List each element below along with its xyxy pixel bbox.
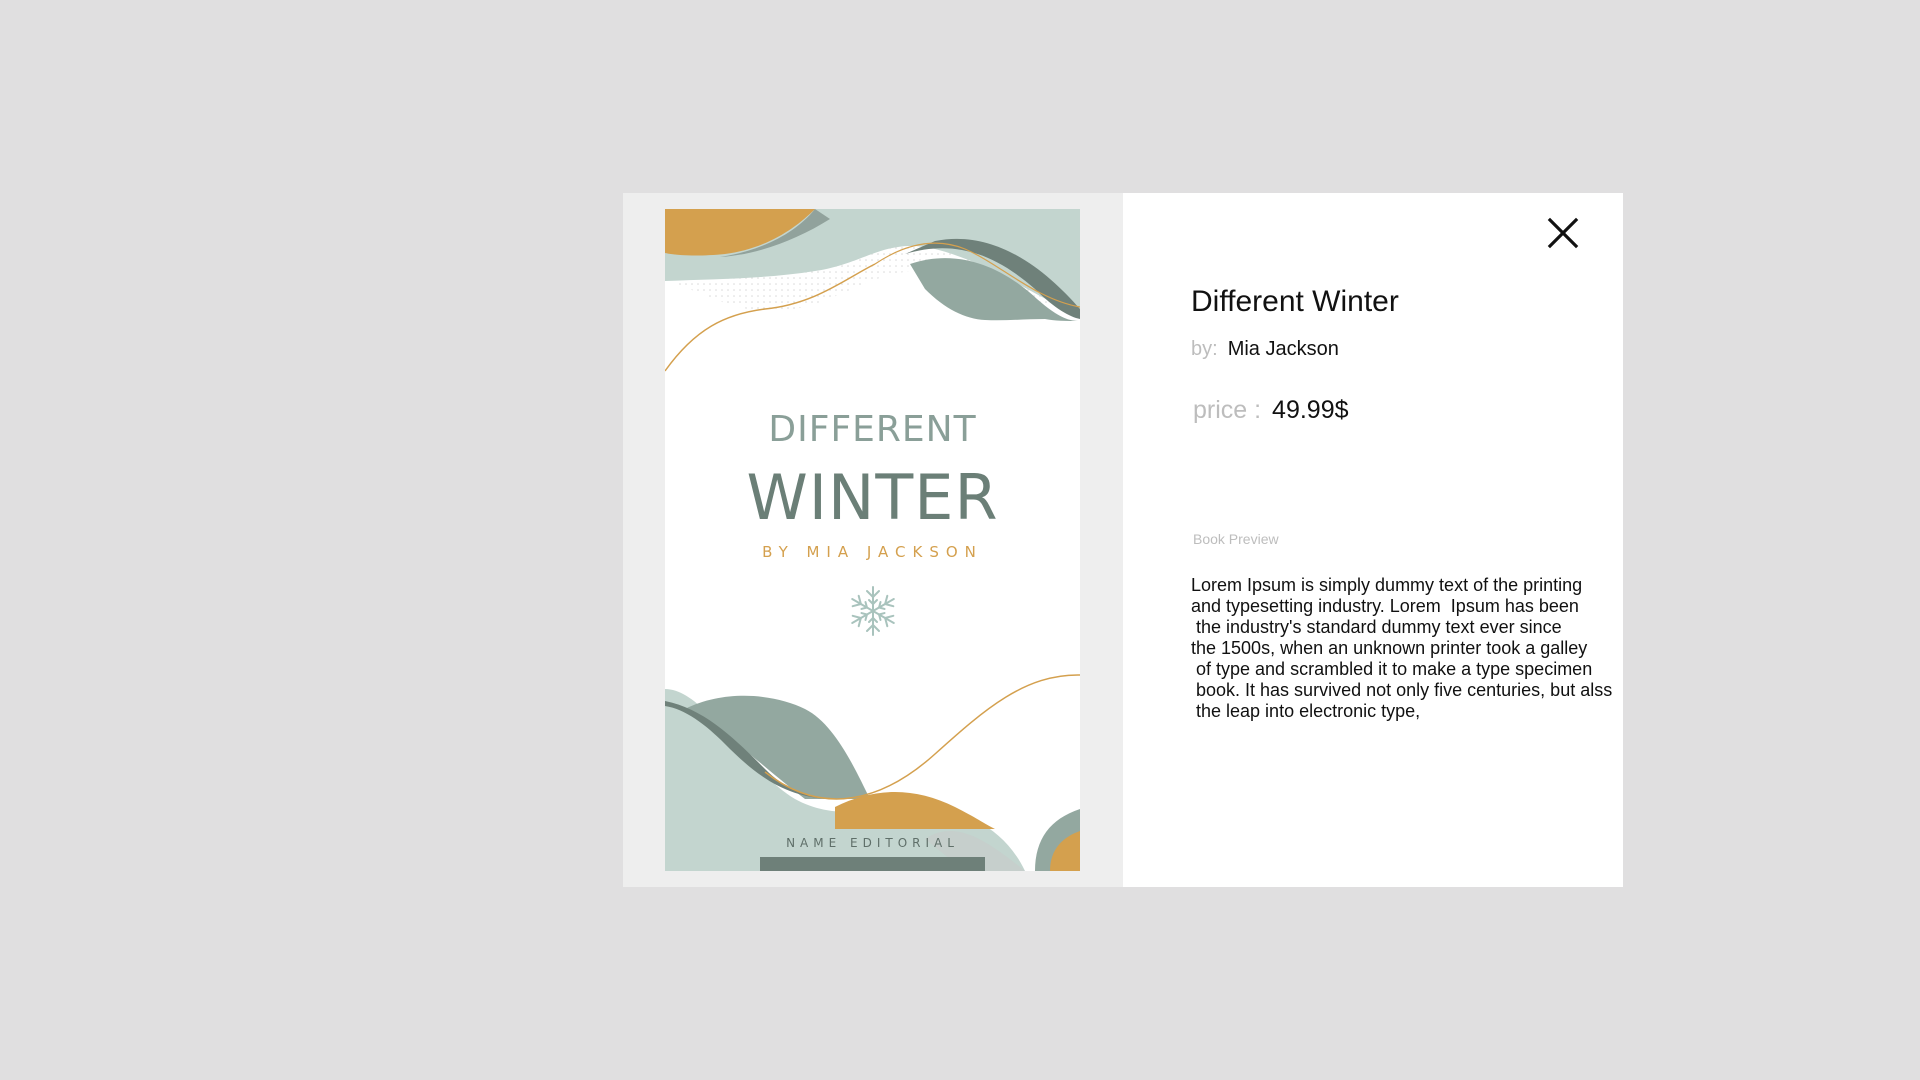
- preview-line: book. It has survived not only five cent…: [1191, 680, 1613, 700]
- by-label: by:: [1191, 338, 1218, 360]
- cover-title-line1: DIFFERENT: [768, 409, 977, 450]
- snowflake-icon: [848, 586, 898, 636]
- book-preview-label: Book Preview: [1193, 531, 1279, 547]
- close-button[interactable]: [1545, 215, 1581, 251]
- byline: by: Mia Jackson: [1191, 338, 1339, 361]
- preview-line: the industry's standard dummy text ever …: [1191, 617, 1562, 637]
- book-details-modal: DIFFERENT WINTER BY MIA JACKSON NAME EDI…: [623, 193, 1623, 887]
- book-cover-image: DIFFERENT WINTER BY MIA JACKSON NAME EDI…: [665, 209, 1080, 871]
- cover-publisher: NAME EDITORIAL: [786, 836, 959, 850]
- close-icon: [1547, 217, 1579, 249]
- cover-footer-bar: [760, 857, 985, 871]
- preview-line: and typesetting industry. Lorem Ipsum ha…: [1191, 596, 1579, 616]
- preview-line: Lorem Ipsum is simply dummy text of the …: [1191, 575, 1583, 595]
- book-info-panel: Different Winter by: Mia Jackson price : …: [1123, 193, 1623, 887]
- preview-line: the leap into electronic type,: [1191, 701, 1421, 721]
- price-line: price : 49.99$: [1193, 396, 1349, 425]
- author-name: Mia Jackson: [1227, 338, 1339, 360]
- price-label: price :: [1193, 396, 1262, 424]
- price-value: 49.99$: [1272, 396, 1349, 424]
- cover-author: BY MIA JACKSON: [762, 543, 983, 561]
- book-preview-text: Lorem Ipsum is simply dummy text of the …: [1191, 575, 1613, 722]
- book-title: Different Winter: [1191, 285, 1399, 318]
- cover-panel: DIFFERENT WINTER BY MIA JACKSON NAME EDI…: [623, 193, 1123, 887]
- cover-art: [665, 209, 1080, 871]
- preview-line: of type and scrambled it to make a type …: [1191, 659, 1593, 679]
- preview-line: the 1500s, when an unknown printer took …: [1191, 638, 1588, 658]
- cover-title-line2: WINTER: [746, 461, 999, 534]
